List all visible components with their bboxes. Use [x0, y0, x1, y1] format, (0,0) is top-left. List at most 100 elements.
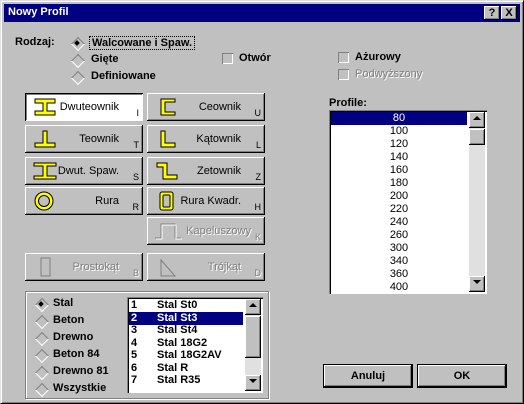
kapeluszowy-label: Kapeluszowy	[186, 225, 251, 237]
steel-item-number: 2	[131, 311, 138, 324]
scroll-thumb[interactable]	[469, 129, 485, 145]
azurowy-checkbox[interactable]	[338, 52, 349, 63]
profile-list-item[interactable]: 100	[331, 125, 467, 138]
profile-list-item[interactable]: 80	[331, 112, 467, 125]
prostokat-label: Prostokąt	[72, 261, 119, 273]
material-radio[interactable]	[34, 348, 50, 364]
rura-kwadr-label: Rura Kwadr.	[180, 195, 241, 207]
radio-diamond	[34, 331, 50, 347]
help-button[interactable]: ?	[484, 6, 500, 20]
teownik-label: Teownik	[79, 133, 119, 145]
material-radio[interactable]	[34, 297, 50, 313]
steel-scroll-up-button[interactable]	[245, 299, 261, 315]
profile-listbox[interactable]: 80 100 120 140 160 180 200 220 240 260 300 340 360 40…	[329, 110, 487, 294]
profile-list-item[interactable]: 200	[331, 190, 467, 203]
angle-icon	[160, 130, 176, 148]
welded-i-beam-icon	[33, 162, 57, 180]
arrow-down-icon	[473, 280, 481, 284]
teownik-button[interactable]: Teownik T	[25, 125, 143, 153]
profile-list-item[interactable]: 340	[331, 255, 467, 268]
steel-list-item[interactable]: 1 Stal St0	[129, 299, 243, 312]
material-radio[interactable]	[34, 314, 50, 330]
zetownik-label: Zetownik	[196, 165, 241, 177]
zetownik-button[interactable]: Zetownik Z	[147, 157, 265, 185]
radio-giete[interactable]	[70, 53, 86, 69]
podwyzszony-checkbox	[338, 69, 349, 80]
radio-diamond	[34, 365, 50, 381]
steel-list-item[interactable]: 5 Stal 18G2AV	[129, 349, 243, 362]
trojkat-key: D	[254, 268, 262, 278]
profile-list-item[interactable]: 260	[331, 229, 467, 242]
steel-item-name: Stal St3	[157, 311, 198, 324]
steel-item-number: 1	[131, 299, 138, 311]
profile-list-item[interactable]: 400	[331, 281, 467, 294]
ceownik-label: Ceownik	[198, 101, 241, 113]
profile-list-item[interactable]: 180	[331, 177, 467, 190]
dwuteownik-button[interactable]: Dwuteownik I	[25, 93, 143, 121]
otwor-checkbox[interactable]	[222, 53, 233, 64]
steel-list-item[interactable]: 2 Stal St3	[129, 311, 243, 325]
profile-list-item[interactable]: 360	[331, 268, 467, 281]
profile-list-item[interactable]: 160	[331, 164, 467, 177]
steel-list-item[interactable]: 4 Stal 18G2	[129, 337, 243, 350]
rura-button[interactable]: Rura R	[25, 187, 143, 215]
steel-item-name: Stal 18G2	[157, 336, 208, 349]
steel-item-number: 6	[131, 361, 138, 374]
katownik-label: Kątownik	[196, 133, 241, 145]
rura-kwadr-button[interactable]: Rura Kwadr. H	[147, 187, 265, 215]
katownik-button[interactable]: Kątownik L	[147, 125, 265, 153]
radio-walcowane[interactable]	[70, 36, 86, 52]
otwor-label[interactable]: Otwór	[239, 52, 271, 64]
material-radio[interactable]	[34, 382, 50, 398]
radio-definiowane-label[interactable]: Definiowane	[91, 70, 156, 82]
dwut-spaw-button[interactable]: Dwut. Spaw. S	[25, 157, 143, 185]
material-radio-label[interactable]: Stal	[53, 297, 73, 309]
close-button[interactable]: X	[501, 6, 517, 20]
profile-list-item[interactable]: 240	[331, 216, 467, 229]
cancel-button[interactable]: Anuluj	[324, 365, 412, 387]
rura-kwadr-key: H	[254, 202, 262, 212]
material-radio-label[interactable]: Beton	[53, 314, 84, 326]
steel-list-item[interactable]: 7 Stal R35	[129, 374, 243, 387]
scroll-up-button[interactable]	[469, 112, 485, 128]
ok-button[interactable]: OK	[418, 365, 506, 387]
steel-scroll-down-button[interactable]	[245, 375, 261, 391]
channel-icon	[160, 98, 176, 116]
material-radio-label[interactable]: Drewno 81	[53, 365, 109, 377]
steel-listbox[interactable]: 1 Stal St0 2 Stal St3 3 Stal St4 4 Stal 18G2 5 St…	[127, 297, 263, 393]
profile-scrollbar[interactable]	[469, 112, 485, 292]
prostokat-key: B	[132, 268, 139, 278]
title-bar[interactable]: Nowy Profil ? X	[4, 4, 520, 22]
radio-diamond	[70, 53, 86, 69]
profile-list-item[interactable]: 120	[331, 138, 467, 151]
radio-diamond	[34, 314, 50, 330]
steel-scrollbar[interactable]	[245, 299, 261, 391]
scroll-down-button[interactable]	[469, 276, 485, 292]
podwyzszony-label: Podwyższony	[355, 68, 423, 80]
material-radio-label[interactable]: Drewno	[53, 331, 93, 343]
pipe-icon	[34, 191, 54, 211]
azurowy-label[interactable]: Ażurowy	[355, 51, 401, 63]
radio-definiowane[interactable]	[70, 70, 86, 86]
radio-walcowane-label[interactable]: Walcowane i Spaw.	[89, 36, 196, 50]
material-radio[interactable]	[34, 365, 50, 381]
steel-item-name: Stal 18G2AV	[157, 349, 222, 361]
steel-scroll-thumb[interactable]	[245, 316, 261, 358]
dwuteownik-label: Dwuteownik	[59, 101, 119, 113]
profile-list-item[interactable]: 220	[331, 203, 467, 216]
steel-list-item[interactable]: 6 Stal R	[129, 362, 243, 375]
material-radio[interactable]	[34, 331, 50, 347]
ceownik-button[interactable]: Ceownik U	[147, 93, 265, 121]
steel-list-item[interactable]: 3 Stal St4	[129, 324, 243, 337]
katownik-key: L	[255, 140, 261, 150]
material-radio-label[interactable]: Wszystkie	[53, 382, 106, 394]
trojkat-button: Trójkąt D	[147, 253, 265, 281]
material-radio-label[interactable]: Beton 84	[53, 348, 99, 360]
radio-giete-label[interactable]: Gięte	[91, 53, 119, 65]
steel-item-number: 7	[131, 374, 138, 386]
dialog-window: Nowy Profil ? X Rodzaj: Walcowane i Spaw…	[0, 0, 524, 404]
profile-list-item[interactable]: 140	[331, 151, 467, 164]
profile-list-item[interactable]: 300	[331, 242, 467, 255]
zee-icon	[156, 162, 178, 180]
i-beam-icon	[34, 98, 56, 116]
